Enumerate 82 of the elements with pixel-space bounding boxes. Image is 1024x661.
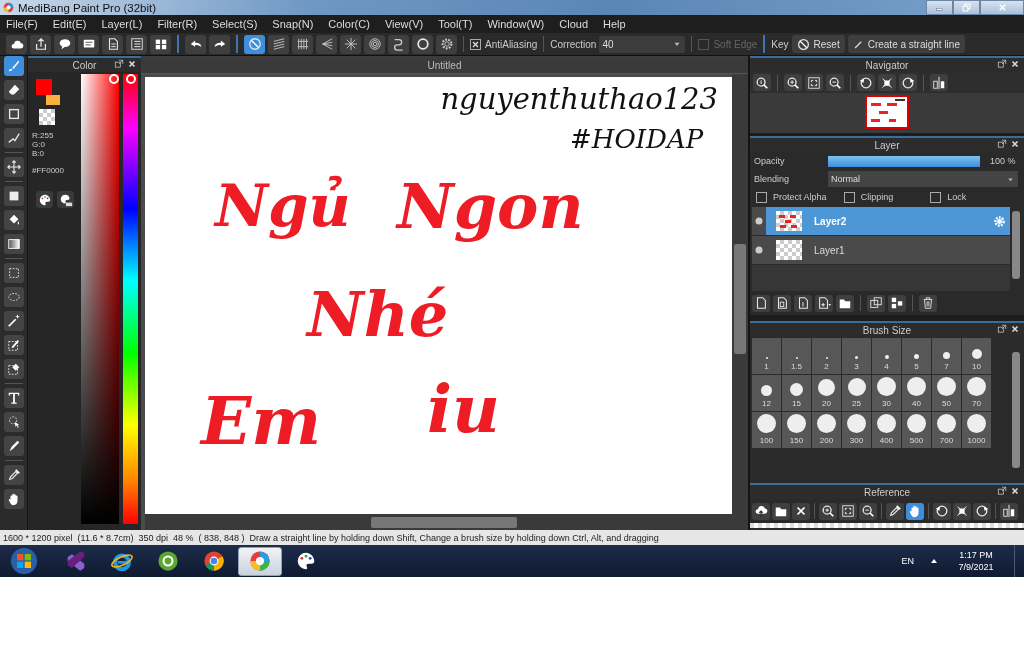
menu-item[interactable]: Window(W)	[487, 18, 545, 30]
color-value: B:0	[32, 149, 45, 158]
status-text: 48 %	[172, 532, 194, 543]
document-tab[interactable]: Untitled	[427, 60, 462, 71]
panel-title: Layer	[874, 139, 900, 151]
blending-label: Blending	[754, 174, 791, 184]
brush-size-option[interactable]: 4	[872, 338, 901, 374]
layer-name: Layer1	[814, 244, 846, 256]
straight-line-button[interactable]: Create a straight line	[847, 35, 965, 53]
brush-size-option[interactable]: 7	[932, 338, 961, 374]
brush-size-option[interactable]: 1000	[962, 412, 991, 448]
color-value: R:255	[32, 131, 55, 140]
checkbox-label: AntiAliasing	[485, 38, 538, 50]
status-text: (11.6 * 8.7cm)	[77, 532, 134, 543]
checkbox-label: Soft Edge	[713, 38, 758, 50]
brush-size-option[interactable]: 300	[842, 412, 871, 448]
menu-item[interactable]: Snap(N)	[272, 18, 314, 30]
reset-button[interactable]: Reset	[791, 35, 845, 53]
panel-title: Color	[72, 59, 97, 71]
handwritten-text: #HOIDAP	[569, 123, 705, 156]
brush-size-option[interactable]: 500	[902, 412, 931, 448]
brush-size-option[interactable]: 150	[782, 412, 811, 448]
brush-size-option[interactable]: 20	[812, 375, 841, 411]
brush-size-option[interactable]: 5	[902, 338, 931, 374]
checkbox-label: Lock	[947, 192, 967, 202]
hex-value: #FF0000	[32, 166, 66, 175]
clock-date[interactable]: 7/9/2021	[958, 561, 994, 573]
menu-item[interactable]: View(V)	[384, 18, 424, 30]
menu-item[interactable]: File(F)	[6, 18, 38, 30]
brush-size-option[interactable]: 400	[872, 412, 901, 448]
panel-title: Brush Size	[862, 324, 912, 336]
brush-size-option[interactable]: 70	[962, 375, 991, 411]
window-title: MediBang Paint Pro (32bit)	[18, 1, 158, 14]
handwritten-text: Ngon	[394, 169, 585, 245]
brush-size-option[interactable]: 200	[812, 412, 841, 448]
correction-dropdown[interactable]: 40	[599, 35, 686, 53]
brush-size-option[interactable]: 15	[782, 375, 811, 411]
brush-size-option[interactable]: 40	[902, 375, 931, 411]
menu-item[interactable]: Edit(E)	[52, 18, 87, 30]
panel-title: Reference	[863, 486, 911, 498]
status-text: Draw a straight line by holding down Shift, Change a brush size by holding down Ctrl, Alt, and dragging	[249, 532, 659, 543]
brush-size-option[interactable]: 3	[842, 338, 871, 374]
menu-item[interactable]: Cloud	[559, 18, 588, 30]
drawing-canvas[interactable]: nguyenthuthao123 #HOIDAP Ngủ Ngon Nhé Em iu	[145, 77, 732, 514]
brush-size-option[interactable]: 700	[932, 412, 961, 448]
brush-size-option[interactable]: 50	[932, 375, 961, 411]
brush-size-option[interactable]: 1.5	[782, 338, 811, 374]
clock-time[interactable]: 1:17 PM	[959, 549, 993, 561]
layer-row[interactable]: Layer1	[752, 236, 1010, 265]
handwritten-text: Em	[198, 381, 323, 462]
color-value: G:0	[32, 140, 46, 149]
language-indicator[interactable]: EN	[901, 556, 914, 566]
panel-title: Navigator	[865, 59, 909, 71]
menu-item[interactable]: Tool(T)	[438, 18, 473, 30]
status-text: 350 dpi	[138, 532, 168, 543]
brush-size-option[interactable]: 12	[752, 375, 781, 411]
brush-size-option[interactable]: 30	[872, 375, 901, 411]
menu-item[interactable]: Select(S)	[212, 18, 258, 30]
brush-size-option[interactable]: 100	[752, 412, 781, 448]
key-label: Key	[771, 38, 789, 50]
layer-row[interactable]: Layer2	[752, 207, 1010, 236]
menu-item[interactable]: Filter(R)	[157, 18, 198, 30]
menu-item[interactable]: Color(C)	[328, 18, 370, 30]
brush-size-option[interactable]: 10	[962, 338, 991, 374]
status-text: ( 838, 848 )	[198, 532, 245, 543]
brush-size-option[interactable]: 2	[812, 338, 841, 374]
brush-size-option[interactable]: 25	[842, 375, 871, 411]
handwritten-text: Ngủ	[212, 171, 352, 242]
opacity-value: 100 %	[989, 156, 1017, 166]
layer-name: Layer2	[814, 215, 848, 227]
status-text: 1600 * 1200 pixel	[3, 532, 73, 543]
correction-label: Correction	[550, 38, 597, 50]
opacity-label: Opacity	[754, 156, 786, 166]
handwritten-text: nguyenthuthao123	[439, 81, 719, 118]
brush-size-option[interactable]: 1	[752, 338, 781, 374]
checkbox-label: Protect Alpha	[773, 192, 827, 202]
handwritten-text: iu	[426, 369, 502, 450]
blending-dropdown[interactable]: Normal	[828, 171, 1018, 187]
checkbox-label: Clipping	[860, 192, 894, 202]
menu-item[interactable]: Help	[603, 18, 626, 30]
menu-item[interactable]: Layer(L)	[101, 18, 143, 30]
handwritten-text: Nhé	[304, 277, 450, 353]
